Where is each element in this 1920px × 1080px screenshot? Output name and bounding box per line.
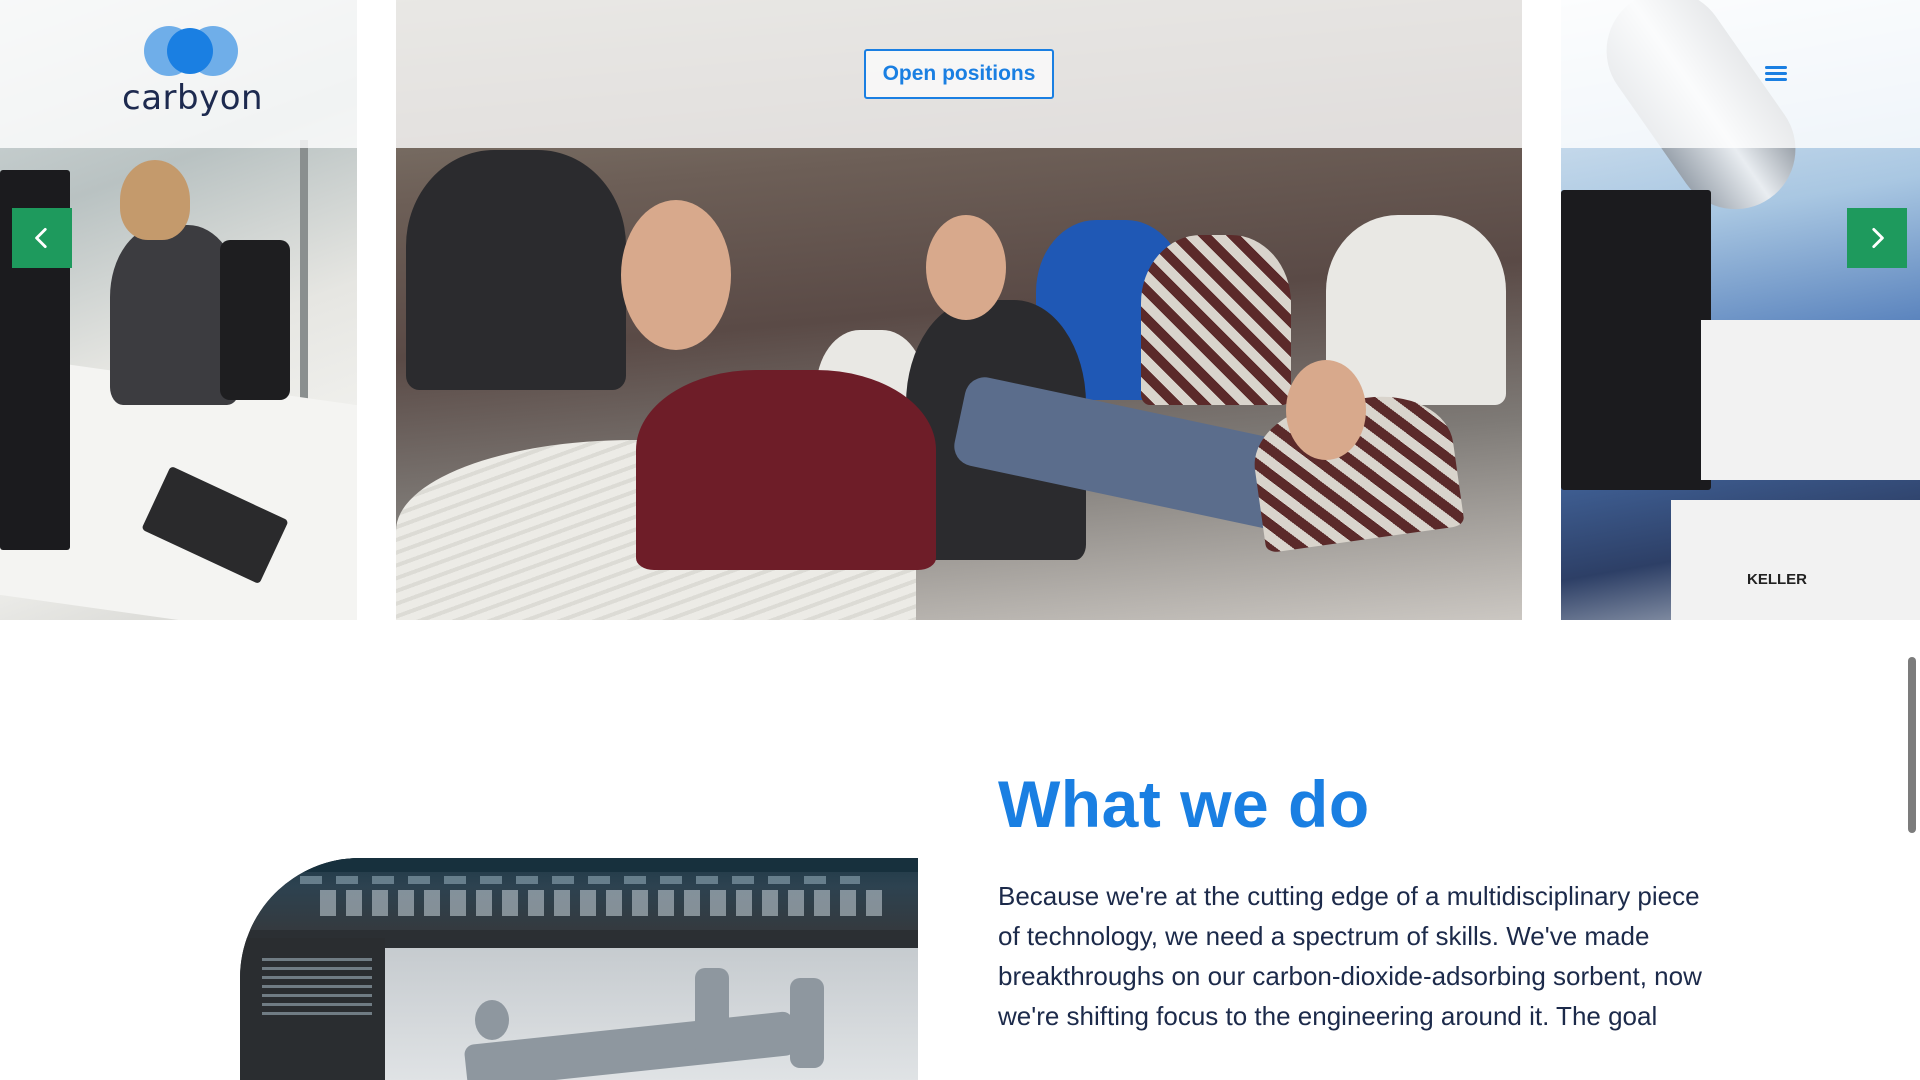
monitor <box>1561 190 1711 490</box>
person <box>1141 235 1291 405</box>
chevron-left-icon <box>35 227 47 249</box>
carousel-prev-button[interactable] <box>12 208 72 268</box>
site-header: carbyon Open positions <box>0 0 1920 148</box>
hamburger-menu-icon[interactable] <box>1762 62 1792 86</box>
cad-3d-viewport <box>385 948 918 1080</box>
cad-part <box>790 978 824 1068</box>
open-positions-button[interactable]: Open positions <box>864 49 1054 99</box>
page: KELLER carbyon Open positions What we do… <box>0 0 1920 1080</box>
person-head <box>926 215 1006 320</box>
person <box>636 370 936 570</box>
person-head <box>621 200 731 350</box>
cad-titlebar <box>240 858 918 872</box>
cad-tree-items <box>262 958 372 1018</box>
person <box>406 150 626 390</box>
chair <box>220 240 290 400</box>
lab-equipment <box>1701 320 1920 480</box>
cad-ribbon-tabs <box>300 876 860 884</box>
person-head <box>120 160 190 240</box>
carbyon-logo[interactable]: carbyon <box>122 26 264 122</box>
cad-part <box>463 1010 797 1080</box>
section-body: Because we're at the cutting edge of a m… <box>998 881 1702 1031</box>
lab-box <box>1671 500 1920 620</box>
cad-part <box>475 1000 509 1040</box>
lab-box-label: KELLER <box>1747 571 1807 588</box>
cad-part <box>695 968 729 1058</box>
chevron-right-icon <box>1872 227 1884 249</box>
cad-ribbon-icons <box>320 890 890 916</box>
cad-software-screenshot <box>240 858 918 1080</box>
carousel-next-button[interactable] <box>1847 208 1907 268</box>
section-title: What we do <box>998 767 1370 841</box>
scrollbar-thumb[interactable] <box>1908 657 1916 833</box>
carbyon-logo-icon <box>142 26 242 76</box>
person-head <box>1286 360 1366 460</box>
logo-text: carbyon <box>122 78 264 118</box>
